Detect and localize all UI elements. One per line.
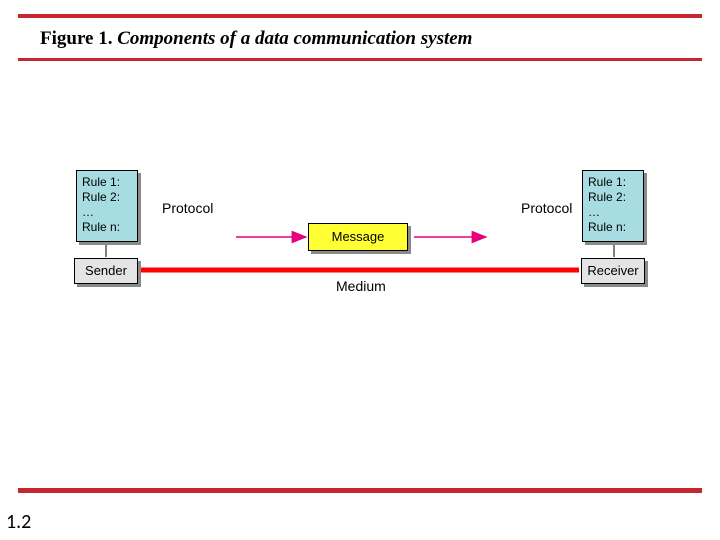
bottom-rule bbox=[18, 488, 702, 493]
rule-line: Rule 1: bbox=[588, 175, 638, 190]
rule-line: Rule n: bbox=[588, 220, 638, 235]
figure-title: Figure 1. Components of a data communica… bbox=[40, 28, 472, 50]
figure-caption: Components of a data communication syste… bbox=[112, 28, 472, 49]
protocol-label-right: Protocol bbox=[521, 200, 572, 216]
rule-line: Rule 2: bbox=[588, 190, 638, 205]
protocol-box-left: Rule 1: Rule 2: … Rule n: bbox=[76, 170, 138, 242]
sender-box: Sender bbox=[74, 258, 138, 284]
protocol-box-right: Rule 1: Rule 2: … Rule n: bbox=[582, 170, 644, 242]
rule-line: … bbox=[588, 205, 638, 220]
top-rule-thick bbox=[18, 14, 702, 18]
receiver-box: Receiver bbox=[581, 258, 645, 284]
rule-line: Rule 2: bbox=[82, 190, 132, 205]
medium-label: Medium bbox=[336, 278, 386, 294]
top-rule-thin bbox=[18, 58, 702, 61]
message-box: Message bbox=[308, 223, 408, 251]
rule-line: Rule n: bbox=[82, 220, 132, 235]
protocol-label-left: Protocol bbox=[162, 200, 213, 216]
rule-line: … bbox=[82, 205, 132, 220]
figure-number: Figure 1. bbox=[40, 28, 112, 49]
rule-line: Rule 1: bbox=[82, 175, 132, 190]
page-number: 1.2 bbox=[6, 510, 31, 534]
diagram-canvas: Rule 1: Rule 2: … Rule n: Rule 1: Rule 2… bbox=[56, 170, 666, 330]
